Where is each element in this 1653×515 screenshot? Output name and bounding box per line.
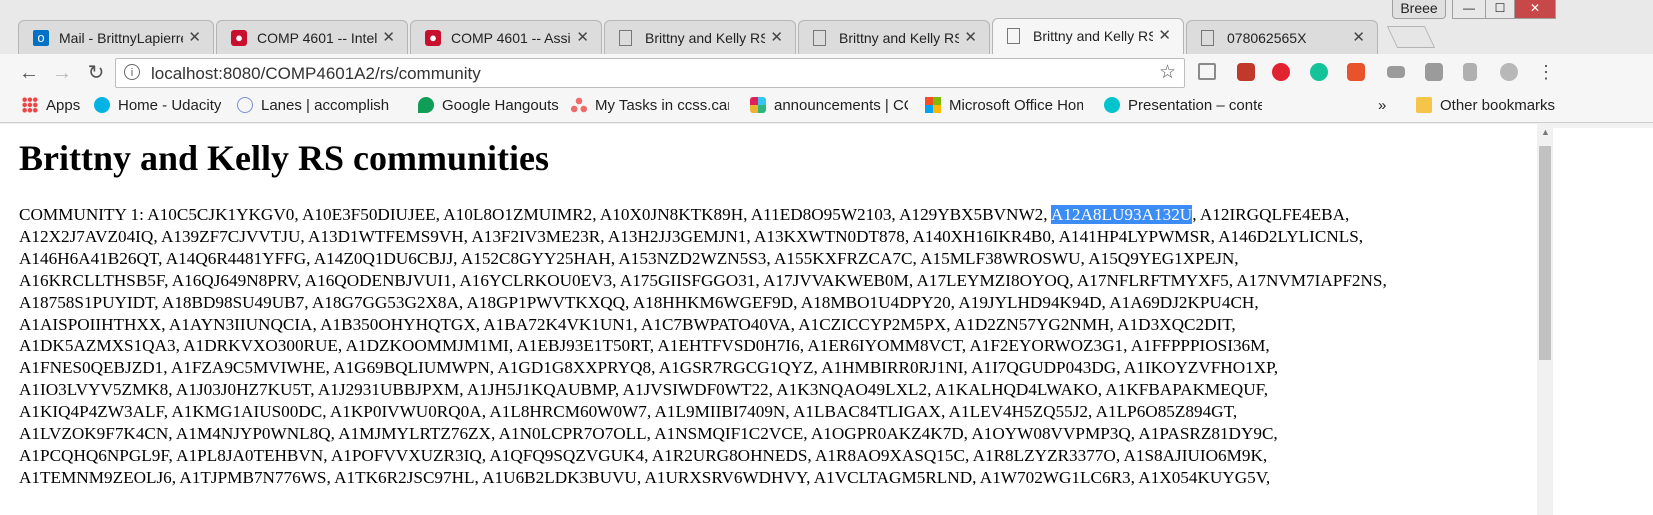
opera-icon[interactable] xyxy=(1272,63,1290,81)
tab-brittny-kelly-1[interactable]: Brittny and Kelly RS ✕ xyxy=(604,20,796,54)
grammarly-icon[interactable] xyxy=(1310,63,1328,81)
community-text-rest: , A12IRGQLFE4EBA, A12X2J7AVZ04IQ, A139ZF… xyxy=(19,205,1387,487)
apps-grid-icon xyxy=(22,97,38,113)
flag-extension-icon[interactable] xyxy=(1237,63,1255,81)
browser-chrome: Breee — ☐ ✕ o Mail - BrittnyLapierre ✕ ●… xyxy=(0,0,1653,128)
profile-button[interactable]: Breee xyxy=(1392,0,1446,19)
tab-brittny-kelly-active[interactable]: Brittny and Kelly RS ✕ xyxy=(992,18,1184,55)
close-tab-icon[interactable]: ✕ xyxy=(188,28,201,46)
tab-mail[interactable]: o Mail - BrittnyLapierre ✕ xyxy=(18,20,214,54)
close-tab-icon[interactable]: ✕ xyxy=(1158,26,1171,44)
info-icon[interactable]: i xyxy=(124,64,140,80)
lanes-icon xyxy=(237,97,253,113)
minimize-button[interactable]: — xyxy=(1452,0,1486,19)
screen-icon[interactable] xyxy=(1387,66,1405,78)
folder-icon xyxy=(1416,97,1432,113)
new-tab-button[interactable] xyxy=(1386,26,1436,48)
tab-title: COMP 4601 -- Assignment xyxy=(451,30,571,46)
document-icon xyxy=(1007,28,1020,44)
tab-title: Mail - BrittnyLapierre xyxy=(59,30,183,46)
page-title: Brittny and Kelly RS communities xyxy=(19,138,550,178)
document-icon xyxy=(1201,30,1214,46)
bookmark-label: Microsoft Office Home xyxy=(949,97,1083,114)
close-window-button[interactable]: ✕ xyxy=(1514,0,1556,19)
document-icon xyxy=(619,30,632,46)
tab-comp4601-assignment[interactable]: ● COMP 4601 -- Assignment ✕ xyxy=(410,20,602,54)
canva-icon xyxy=(1104,97,1120,113)
clipboard-icon[interactable] xyxy=(1463,63,1477,81)
udacity-icon xyxy=(94,97,110,113)
bookmark-label: announcements | CCSS xyxy=(774,97,908,114)
title-bar: Breee — ☐ ✕ o Mail - BrittnyLapierre ✕ ●… xyxy=(0,0,1653,55)
bookmark-star-icon[interactable]: ☆ xyxy=(1159,61,1176,84)
bookmarks-bar: Apps Home - Udacity Lanes | accomplish y… xyxy=(0,92,1653,123)
close-tab-icon[interactable]: ✕ xyxy=(382,28,395,46)
hangouts-icon xyxy=(418,97,434,113)
bookmark-office-home[interactable]: Microsoft Office Home xyxy=(925,97,1083,117)
bookmark-label: Lanes | accomplish your xyxy=(261,97,393,114)
outlook-icon: o xyxy=(33,30,49,46)
tab-title: Brittny and Kelly RS xyxy=(645,30,765,46)
back-button[interactable]: ← xyxy=(16,60,42,86)
bookmark-lanes[interactable]: Lanes | accomplish your xyxy=(237,97,393,117)
page-content: Brittny and Kelly RS communities COMMUNI… xyxy=(0,124,1537,515)
community-list: COMMUNITY 1: A10C5CJK1YKGV0, A10E3F50DIU… xyxy=(19,204,1539,489)
close-tab-icon[interactable]: ✕ xyxy=(1352,28,1365,46)
selected-text: A12A8LU93A132U xyxy=(1050,205,1193,224)
scrollbar-thumb[interactable] xyxy=(1539,146,1551,360)
tab-comp4601-intelligent[interactable]: ● COMP 4601 -- Intelligent ✕ xyxy=(216,20,408,54)
carleton-icon: ● xyxy=(425,30,441,46)
microsoft-icon xyxy=(925,97,941,113)
close-tab-icon[interactable]: ✕ xyxy=(770,28,783,46)
bookmarks-overflow-button[interactable]: » xyxy=(1378,97,1386,117)
office-icon[interactable] xyxy=(1347,63,1365,81)
tab-brittny-kelly-2[interactable]: Brittny and Kelly RS ✕ xyxy=(798,20,990,54)
bookmark-asana[interactable]: My Tasks in ccss.carleton xyxy=(571,97,729,117)
bookmark-label: Google Hangouts xyxy=(442,97,559,114)
toolbar: ← → ↻ i localhost:8080/COMP4601A2/rs/com… xyxy=(0,54,1653,92)
tab-title: Brittny and Kelly RS xyxy=(1033,28,1153,44)
slack-icon xyxy=(750,97,766,113)
community-text-start: COMMUNITY 1: A10C5CJK1YKGV0, A10E3F50DIU… xyxy=(19,205,1051,224)
bookmark-label: Presentation – content xyxy=(1128,97,1262,114)
close-tab-icon[interactable]: ✕ xyxy=(576,28,589,46)
settings-extension-icon[interactable] xyxy=(1500,63,1518,81)
asana-icon xyxy=(571,97,587,113)
bookmark-label: Home - Udacity xyxy=(118,97,222,114)
close-tab-icon[interactable]: ✕ xyxy=(964,28,977,46)
reload-button[interactable]: ↻ xyxy=(83,60,109,86)
url-text[interactable]: localhost:8080/COMP4601A2/rs/community xyxy=(151,64,481,84)
bookmark-slack[interactable]: announcements | CCSS xyxy=(750,97,908,117)
bookmark-hangouts[interactable]: Google Hangouts xyxy=(418,97,559,117)
bookmark-label: Apps xyxy=(46,97,81,114)
other-bookmarks-label: Other bookmarks xyxy=(1440,97,1556,114)
bookmark-label: My Tasks in ccss.carleton xyxy=(595,97,729,114)
tab-078062565x[interactable]: 078062565X ✕ xyxy=(1186,20,1378,54)
cast-icon[interactable] xyxy=(1198,63,1216,80)
menu-icon[interactable]: ⋮ xyxy=(1537,62,1555,83)
bookmark-presentation[interactable]: Presentation – content xyxy=(1104,97,1262,117)
maximize-button[interactable]: ☐ xyxy=(1485,0,1515,19)
tab-title: Brittny and Kelly RS xyxy=(839,30,959,46)
forward-button[interactable]: → xyxy=(49,60,75,86)
window-icon[interactable] xyxy=(1425,63,1443,81)
vertical-scrollbar[interactable]: ▲ xyxy=(1537,124,1553,515)
carleton-icon: ● xyxy=(231,30,247,46)
document-icon xyxy=(813,30,826,46)
tab-title: 078062565X xyxy=(1227,30,1307,46)
tab-title: COMP 4601 -- Intelligent xyxy=(257,30,377,46)
other-bookmarks[interactable]: Other bookmarks xyxy=(1416,97,1555,117)
scroll-up-icon[interactable]: ▲ xyxy=(1541,127,1550,137)
address-bar[interactable]: i localhost:8080/COMP4601A2/rs/community… xyxy=(115,58,1185,88)
bookmark-apps[interactable]: Apps xyxy=(22,97,80,117)
bookmark-udacity[interactable]: Home - Udacity xyxy=(94,97,221,117)
